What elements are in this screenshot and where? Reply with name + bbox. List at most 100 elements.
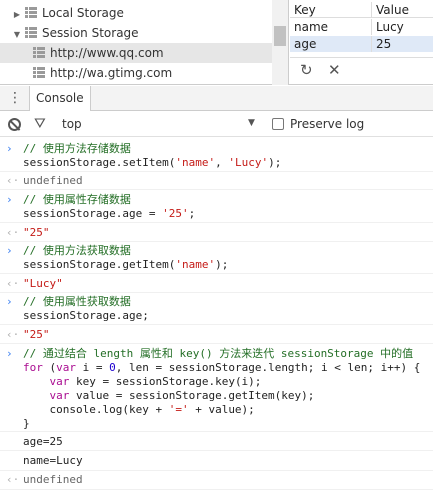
- result-value: "25": [23, 226, 50, 239]
- table-row[interactable]: name Lucy: [290, 19, 433, 35]
- result-value: "25": [23, 328, 50, 341]
- value-column-header[interactable]: Value: [371, 2, 433, 18]
- storage-panel: ▶ Local Storage ▼ Session Storage http://w…: [0, 0, 433, 85]
- code-comment: // 使用方法存储数据: [23, 142, 131, 155]
- tree-item-label: Session Storage: [42, 26, 139, 40]
- code-line: var value = sessionStorage.getItem(key);: [23, 389, 315, 403]
- console-output[interactable]: › // 使用方法存储数据 sessionStorage.setItem('na…: [0, 138, 433, 490]
- code-token: 'name': [175, 258, 216, 271]
- code-line: var key = sessionStorage.key(i);: [23, 375, 262, 389]
- value-cell[interactable]: 25: [371, 36, 433, 52]
- refresh-icon[interactable]: ↻: [300, 61, 313, 79]
- filter-icon[interactable]: ⛛: [34, 116, 46, 132]
- console-result-entry: ‹· undefined: [0, 471, 433, 490]
- result-value: undefined: [23, 473, 83, 486]
- input-prompt-icon: ›: [6, 295, 13, 308]
- code-token: i =: [76, 361, 110, 374]
- expand-arrow-icon[interactable]: ▶: [12, 5, 22, 25]
- code-token: , len = sessionStorage.length; i < len; …: [115, 361, 421, 374]
- delete-icon[interactable]: ✕: [328, 61, 341, 79]
- code-comment: // 通过结合 length 属性和 key() 方法来迭代 sessionSt…: [23, 347, 414, 360]
- console-input-entry: › // 通过结合 length 属性和 key() 方法来迭代 session…: [0, 344, 433, 432]
- console-log-entry: name=Lucy: [0, 451, 433, 471]
- input-prompt-icon: ›: [6, 244, 13, 257]
- tab-console[interactable]: Console: [29, 86, 91, 111]
- output-prompt-icon: ‹·: [6, 226, 20, 239]
- result-value: undefined: [23, 174, 83, 187]
- table-toolbar: ↻ ✕: [290, 57, 433, 81]
- code-token: 'Lucy': [228, 156, 269, 169]
- code-comment: // 使用属性获取数据: [23, 295, 131, 308]
- code-token: sessionStorage.age =: [23, 207, 163, 220]
- console-input-entry: › // 使用方法获取数据 sessionStorage.getItem('na…: [0, 242, 433, 274]
- key-column-header[interactable]: Key: [290, 2, 370, 18]
- table-header: Key Value: [290, 2, 433, 18]
- table-row[interactable]: age 25: [290, 36, 433, 52]
- chevron-down-icon[interactable]: ▼: [248, 118, 255, 128]
- preserve-log-label[interactable]: Preserve log: [290, 117, 364, 131]
- console-log-entry: age=25: [0, 432, 433, 451]
- code-line: sessionStorage.age;: [23, 309, 149, 322]
- code-line: sessionStorage.age = '25';: [23, 207, 195, 221]
- key-value-table: Key Value name Lucy age 25 ↻ ✕: [290, 0, 433, 85]
- context-select[interactable]: top: [62, 117, 82, 131]
- code-token: var: [49, 389, 70, 402]
- tree-item-session-storage[interactable]: ▼ Session Storage: [0, 23, 272, 43]
- code-token: );: [215, 258, 229, 271]
- console-result-entry: ‹· "Lucy": [0, 275, 433, 293]
- code-token: '=': [168, 403, 189, 416]
- code-token: ;: [188, 207, 196, 220]
- tree-item-local-storage[interactable]: ▶ Local Storage: [0, 3, 272, 23]
- console-result-entry: ‹· undefined: [0, 172, 433, 190]
- console-toolbar: ⛛ top ▼ Preserve log: [0, 112, 433, 137]
- tree-item-label: http://www.qq.com: [50, 46, 164, 60]
- tree-scrollbar-thumb[interactable]: [274, 26, 286, 46]
- collapse-arrow-icon[interactable]: ▼: [12, 25, 22, 45]
- code-token: for: [23, 361, 43, 374]
- storage-grid-icon: [25, 7, 37, 18]
- code-token: 0: [109, 361, 116, 374]
- storage-grid-icon: [33, 67, 45, 78]
- storage-grid-icon: [33, 47, 45, 58]
- code-token: + value);: [188, 403, 255, 416]
- console-input-entry: › // 使用属性存储数据 sessionStorage.age = '25';: [0, 191, 433, 223]
- input-prompt-icon: ›: [6, 142, 13, 155]
- log-message: age=25: [23, 435, 63, 448]
- storage-grid-icon: [25, 27, 37, 38]
- code-token: sessionStorage.getItem(: [23, 258, 176, 271]
- console-result-entry: ‹· "25": [0, 326, 433, 344]
- key-cell[interactable]: age: [290, 36, 370, 52]
- tree-item-origin-gtimg[interactable]: http://wa.gtimg.com: [0, 63, 272, 83]
- output-prompt-icon: ‹·: [6, 174, 20, 187]
- code-token: sessionStorage.setItem(: [23, 156, 176, 169]
- code-token: key = sessionStorage.key(i);: [69, 375, 262, 388]
- console-input-entry: › // 使用方法存储数据 sessionStorage.setItem('na…: [0, 141, 433, 172]
- drawer-tab-bar: ⋮ Console: [0, 86, 433, 111]
- storage-tree: ▶ Local Storage ▼ Session Storage http://w…: [0, 0, 289, 85]
- code-comment: // 使用属性存储数据: [23, 193, 131, 206]
- result-value: "Lucy": [23, 277, 63, 290]
- code-line: sessionStorage.getItem('name');: [23, 258, 228, 272]
- output-prompt-icon: ‹·: [6, 328, 20, 341]
- key-cell[interactable]: name: [290, 19, 370, 35]
- input-prompt-icon: ›: [6, 347, 13, 360]
- output-prompt-icon: ‹·: [6, 277, 20, 290]
- code-token: 'name': [175, 156, 216, 169]
- code-token: var: [49, 375, 70, 388]
- clear-console-icon[interactable]: [8, 118, 21, 131]
- code-token: ,: [215, 156, 229, 169]
- preserve-log-checkbox[interactable]: [272, 118, 284, 130]
- tree-item-label: Local Storage: [42, 6, 124, 20]
- code-line: }: [23, 417, 30, 430]
- code-token: console.log(key +: [23, 403, 169, 416]
- code-token: value = sessionStorage.getItem(key);: [69, 389, 315, 402]
- value-cell[interactable]: Lucy: [371, 19, 433, 35]
- log-message: name=Lucy: [23, 454, 83, 467]
- console-result-entry: ‹· "25": [0, 224, 433, 242]
- tree-item-origin-qq[interactable]: http://www.qq.com: [0, 43, 272, 63]
- code-token: '25': [162, 207, 189, 220]
- more-menu-icon[interactable]: ⋮: [8, 89, 22, 107]
- tree-item-label: http://wa.gtimg.com: [50, 66, 173, 80]
- code-token: (: [42, 361, 57, 374]
